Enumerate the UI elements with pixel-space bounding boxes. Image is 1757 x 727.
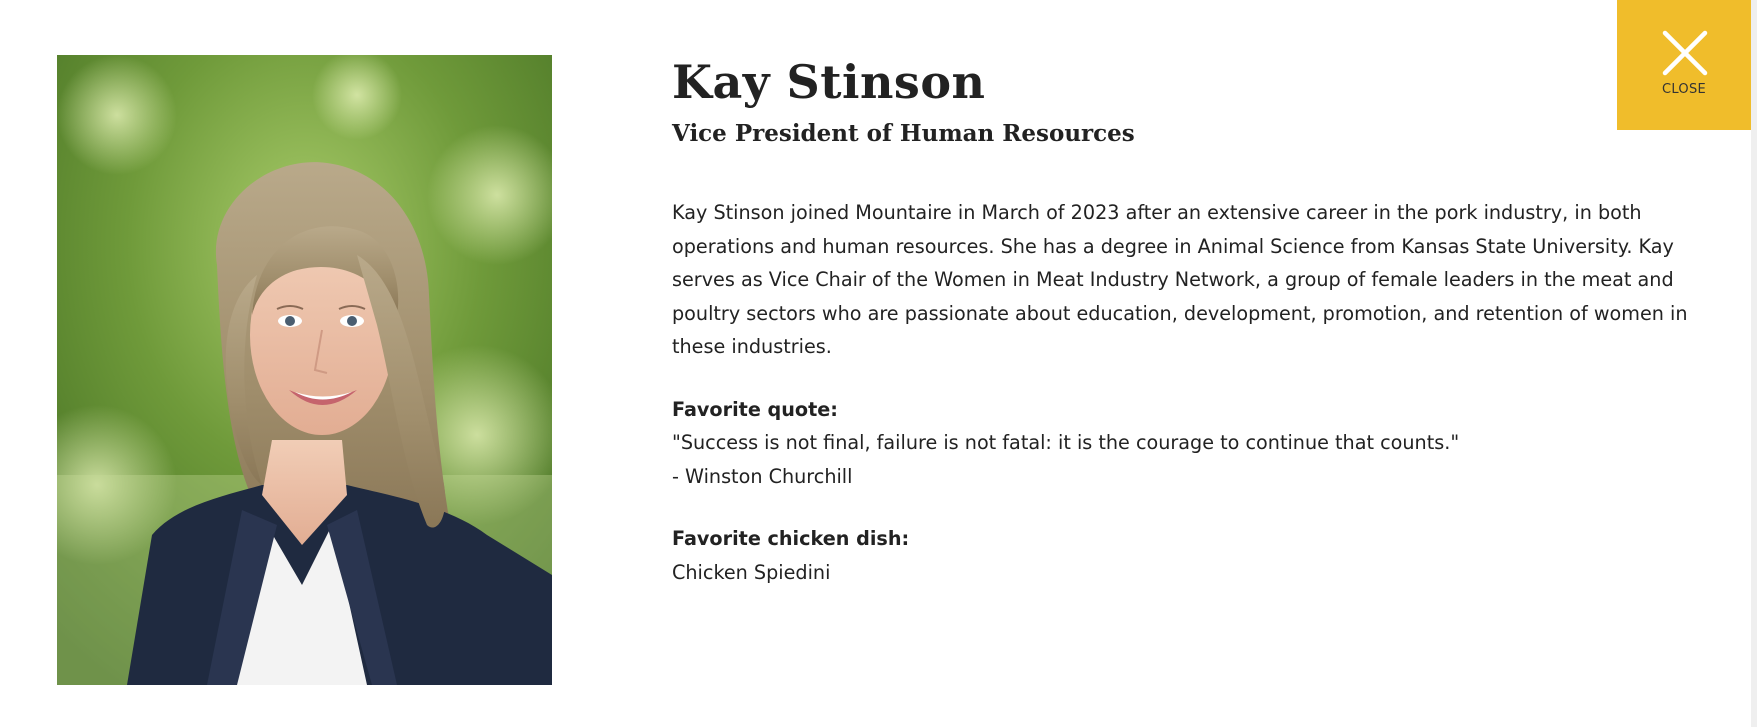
favorite-dish-label: Favorite chicken dish: [672,527,910,550]
favorite-quote-label: Favorite quote: [672,397,838,421]
profile-title: Vice President of Human Resources [672,120,1135,147]
favorite-dish-value: Chicken Spiedini [672,560,831,584]
close-icon [1662,30,1708,76]
favorite-quote-text: "Success is not final, failure is not fa… [672,431,1460,454]
profile-modal: Kay Stinson Vice President of Human Reso… [0,0,1757,727]
profile-content: Kay Stinson Vice President of Human Reso… [672,50,1692,589]
close-button[interactable]: CLOSE [1617,0,1751,130]
profile-name: Kay Stinson [672,55,986,109]
favorite-quote-attribution: - Winston Churchill [672,464,853,488]
profile-bio: Kay Stinson joined Mountaire in March of… [672,201,1688,358]
favorite-quote-section: Favorite quote: "Success is not final, f… [672,393,1692,494]
close-label: CLOSE [1661,82,1707,97]
profile-photo [57,55,552,685]
scrollbar-track[interactable] [1751,0,1757,727]
favorite-dish-section: Favorite chicken dish: Chicken Spiedini [672,522,1692,589]
